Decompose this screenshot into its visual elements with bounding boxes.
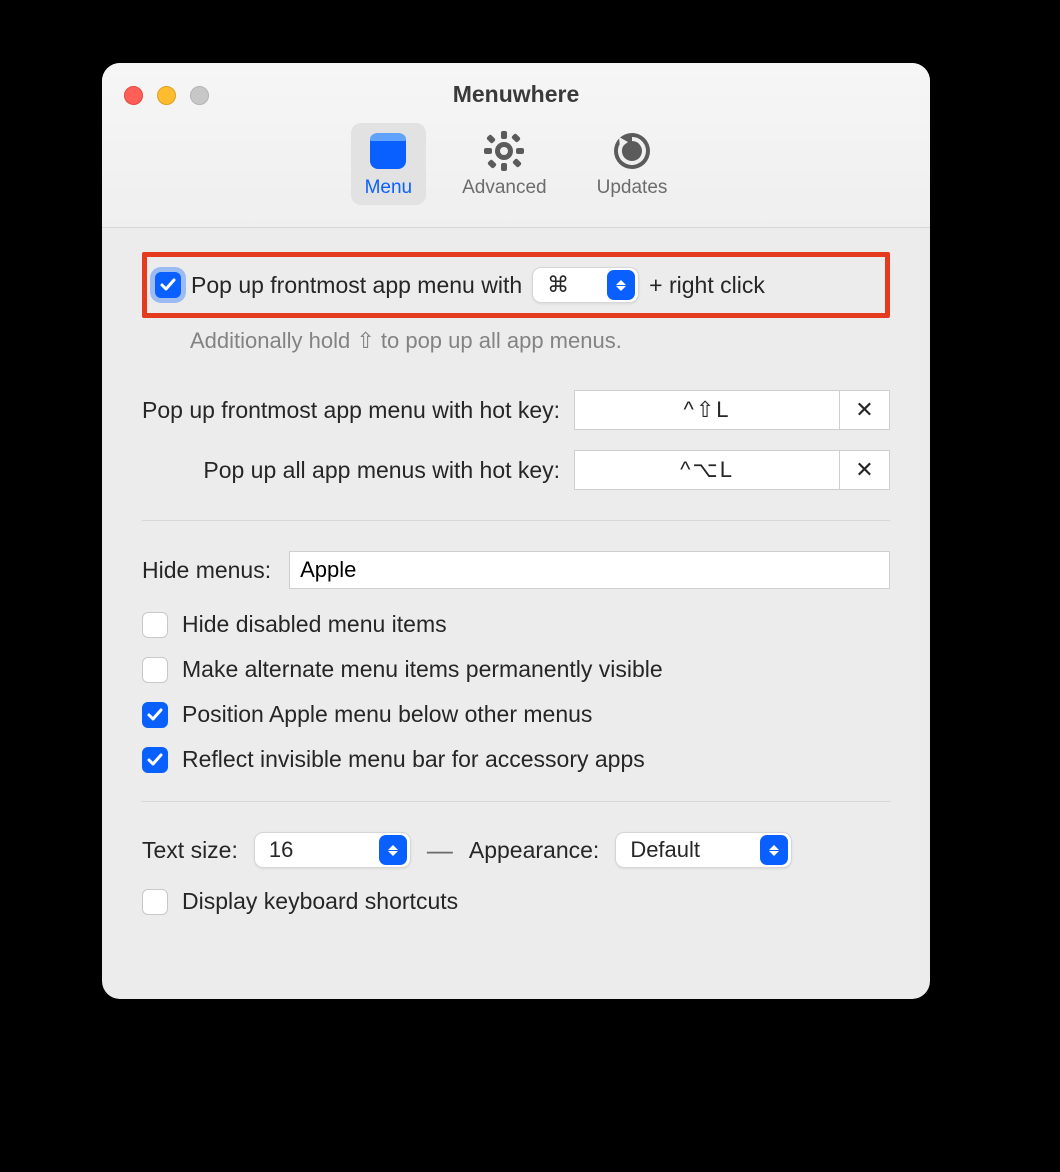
tab-label: Advanced bbox=[462, 177, 547, 199]
tab-menu[interactable]: Menu bbox=[351, 123, 427, 205]
close-icon: ✕ bbox=[855, 397, 873, 423]
hide-menus-input[interactable] bbox=[289, 551, 890, 589]
modifier-popup[interactable]: ⌘ bbox=[532, 267, 639, 303]
refresh-icon bbox=[610, 129, 654, 173]
display-shortcuts-label: Display keyboard shortcuts bbox=[182, 888, 458, 915]
divider bbox=[142, 520, 890, 521]
titlebar: Menuwhere Menu Advanced Updates bbox=[102, 63, 930, 228]
all-hotkey-label: Pop up all app menus with hot key: bbox=[142, 457, 560, 484]
hotkey-section: Pop up frontmost app menu with hot key: … bbox=[142, 390, 890, 490]
close-icon: ✕ bbox=[855, 457, 873, 483]
hide-disabled-label: Hide disabled menu items bbox=[182, 611, 447, 638]
appearance-label: Appearance: bbox=[469, 837, 599, 864]
all-hotkey-clear-button[interactable]: ✕ bbox=[840, 450, 890, 490]
divider bbox=[142, 801, 890, 802]
popup-frontmost-label: Pop up frontmost app menu with bbox=[191, 272, 522, 299]
shift-hint-label: Additionally hold ⇧ to pop up all app me… bbox=[190, 328, 890, 354]
appearance-value: Default bbox=[630, 837, 750, 863]
menu-icon bbox=[366, 129, 410, 173]
content-area: Pop up frontmost app menu with ⌘ + right… bbox=[102, 228, 930, 963]
modifier-value: ⌘ bbox=[547, 272, 597, 298]
tab-label: Menu bbox=[365, 177, 413, 199]
frontmost-hotkey-label: Pop up frontmost app menu with hot key: bbox=[142, 397, 560, 424]
frontmost-hotkey-field[interactable]: ^⇧L bbox=[574, 390, 840, 430]
popup-arrows-icon bbox=[760, 835, 788, 865]
tab-advanced[interactable]: Advanced bbox=[448, 123, 561, 205]
tab-updates[interactable]: Updates bbox=[583, 123, 682, 205]
reflect-invisible-label: Reflect invisible menu bar for accessory… bbox=[182, 746, 645, 773]
alternate-visible-checkbox[interactable] bbox=[142, 657, 168, 683]
text-size-value: 16 bbox=[269, 837, 369, 863]
hide-disabled-checkbox[interactable] bbox=[142, 612, 168, 638]
frontmost-hotkey-clear-button[interactable]: ✕ bbox=[840, 390, 890, 430]
gear-icon bbox=[482, 129, 526, 173]
hide-menus-label: Hide menus: bbox=[142, 557, 271, 584]
reflect-invisible-checkbox[interactable] bbox=[142, 747, 168, 773]
annotation-highlight: Pop up frontmost app menu with ⌘ + right… bbox=[142, 252, 890, 318]
popup-frontmost-checkbox[interactable] bbox=[155, 272, 181, 298]
preferences-window: Menuwhere Menu Advanced Updates bbox=[102, 63, 930, 999]
position-apple-label: Position Apple menu below other menus bbox=[182, 701, 592, 728]
text-size-popup[interactable]: 16 bbox=[254, 832, 411, 868]
position-apple-checkbox[interactable] bbox=[142, 702, 168, 728]
popup-suffix-label: + right click bbox=[649, 272, 765, 299]
popup-arrows-icon bbox=[607, 270, 635, 300]
tab-label: Updates bbox=[597, 177, 668, 199]
alternate-visible-label: Make alternate menu items permanently vi… bbox=[182, 656, 663, 683]
appearance-popup[interactable]: Default bbox=[615, 832, 792, 868]
display-shortcuts-checkbox[interactable] bbox=[142, 889, 168, 915]
all-hotkey-field[interactable]: ^⌥L bbox=[574, 450, 840, 490]
window-title: Menuwhere bbox=[102, 81, 930, 108]
popup-arrows-icon bbox=[379, 835, 407, 865]
text-size-label: Text size: bbox=[142, 837, 238, 864]
separator-dash: — bbox=[427, 835, 453, 866]
preferences-toolbar: Menu Advanced Updates bbox=[102, 123, 930, 205]
